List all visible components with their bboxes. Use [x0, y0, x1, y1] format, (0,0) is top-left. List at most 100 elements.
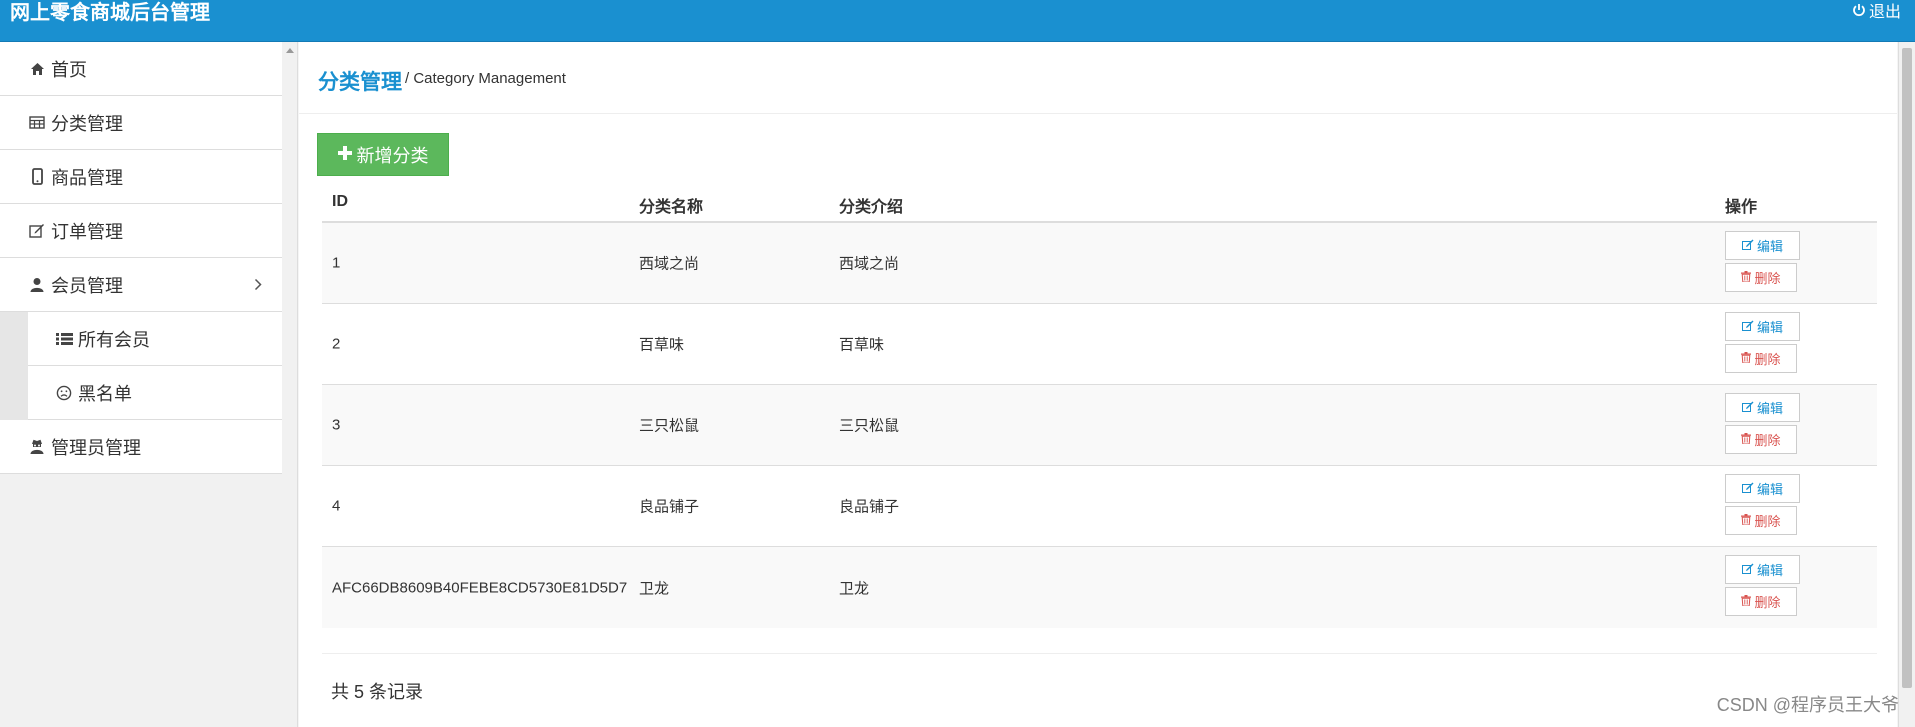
- row-actions: 编辑 删除: [1725, 312, 1800, 376]
- watermark: CSDN @程序员王大爷: [1716, 695, 1899, 715]
- sidebar-item-all-members[interactable]: 所有会员: [28, 312, 282, 366]
- page-separator: /: [405, 70, 410, 87]
- table-row: 2 百草味 百草味 编辑 删除: [322, 304, 1877, 385]
- app-brand: 网上零食商城后台管理: [10, 2, 210, 24]
- page-title: 分类管理: [318, 71, 402, 94]
- sidebar-scrollbar[interactable]: [282, 42, 298, 727]
- cell-id: AFC66DB8609B40FEBE8CD5730E81D5D7: [332, 579, 628, 596]
- cell-name: 卫龙: [639, 580, 670, 597]
- row-actions: 编辑 删除: [1725, 555, 1800, 619]
- header-id: ID: [332, 193, 348, 210]
- cell-name: 三只松鼠: [639, 417, 700, 435]
- frown-icon: [54, 385, 74, 401]
- sidebar-item-label: 订单管理: [51, 221, 123, 242]
- sidebar-item-blacklist[interactable]: 黑名单: [28, 366, 282, 420]
- delete-button[interactable]: 删除: [1725, 263, 1797, 292]
- edit-icon: [1741, 562, 1754, 577]
- edit-icon: [1741, 238, 1754, 253]
- cell-desc: 西域之尚: [839, 255, 900, 273]
- delete-label: 删除: [1754, 595, 1781, 610]
- trash-icon: [1741, 270, 1752, 285]
- header-desc: 分类介绍: [839, 199, 904, 216]
- edit-button[interactable]: 编辑: [1725, 474, 1800, 503]
- cell-name: 良品铺子: [639, 498, 700, 516]
- edit-icon: [1741, 481, 1754, 496]
- edit-button[interactable]: 编辑: [1725, 312, 1800, 341]
- delete-button[interactable]: 删除: [1725, 344, 1797, 373]
- delete-button[interactable]: 删除: [1725, 587, 1797, 616]
- edit-button[interactable]: 编辑: [1725, 555, 1800, 584]
- user-secret-icon: [27, 439, 47, 454]
- table-row: 3 三只松鼠 三只松鼠 编辑 删除: [322, 385, 1877, 466]
- cell-desc: 三只松鼠: [839, 417, 900, 435]
- logout-button[interactable]: 退出: [1852, 0, 1901, 26]
- top-navbar: 网上零食商城后台管理 退出: [0, 0, 1915, 42]
- sidebar-item-products[interactable]: 商品管理: [0, 150, 282, 204]
- trash-icon: [1741, 594, 1752, 609]
- page-header: 分类管理 / Category Management: [299, 42, 1897, 114]
- list-icon: [54, 332, 74, 346]
- cell-desc: 百草味: [839, 336, 885, 354]
- header-name: 分类名称: [639, 199, 704, 216]
- page-subtitle-text: Category Management: [413, 70, 566, 87]
- table-row: AFC66DB8609B40FEBE8CD5730E81D5D7 卫龙 卫龙 编…: [322, 547, 1877, 628]
- page-subtitle: / Category Management: [405, 70, 566, 87]
- edit-button[interactable]: 编辑: [1725, 393, 1800, 422]
- cell-desc: 卫龙: [839, 580, 870, 597]
- scrollbar-thumb[interactable]: [1902, 48, 1912, 688]
- sidebar-item-admins[interactable]: 管理员管理: [0, 420, 282, 474]
- chevron-right-icon: [254, 274, 262, 295]
- scroll-up-arrow-icon[interactable]: [286, 48, 294, 53]
- cell-id: 1: [332, 254, 341, 272]
- delete-button[interactable]: 删除: [1725, 425, 1797, 454]
- delete-label: 删除: [1754, 352, 1781, 367]
- page-scrollbar[interactable]: [1898, 42, 1915, 727]
- table-header: ID 分类名称 分类介绍 操作: [322, 181, 1877, 223]
- mobile-icon: [27, 168, 47, 185]
- edit-label: 编辑: [1756, 482, 1783, 497]
- add-category-label: 新增分类: [356, 145, 429, 166]
- edit-label: 编辑: [1756, 563, 1783, 578]
- plus-icon: [337, 144, 352, 165]
- cell-desc: 良品铺子: [839, 498, 900, 516]
- edit-label: 编辑: [1756, 401, 1783, 416]
- delete-label: 删除: [1754, 433, 1781, 448]
- delete-label: 删除: [1754, 514, 1781, 529]
- row-actions: 编辑 删除: [1725, 474, 1800, 538]
- sidebar-item-label: 会员管理: [51, 275, 123, 296]
- logout-label: 退出: [1868, 4, 1901, 21]
- sidebar-item-orders[interactable]: 订单管理: [0, 204, 282, 258]
- row-actions: 编辑 删除: [1725, 393, 1800, 457]
- row-actions: 编辑 删除: [1725, 231, 1800, 295]
- edit-label: 编辑: [1756, 320, 1783, 335]
- add-category-button[interactable]: 新增分类: [317, 133, 449, 176]
- cell-id: 2: [332, 335, 341, 353]
- sidebar-item-label: 商品管理: [51, 167, 123, 188]
- sidebar-item-category[interactable]: 分类管理: [0, 96, 282, 150]
- sidebar-item-label: 分类管理: [51, 113, 123, 134]
- sidebar-item-label: 黑名单: [78, 383, 132, 404]
- trash-icon: [1741, 513, 1752, 528]
- sidebar: 首页 分类管理 商品管理 订单管理 会员管理 所有会员 黑名单 管理员管理: [0, 42, 282, 727]
- sidebar-item-label: 所有会员: [78, 329, 150, 350]
- delete-button[interactable]: 删除: [1725, 506, 1797, 535]
- table-icon: [27, 116, 47, 129]
- submenu-indent: [0, 312, 28, 420]
- edit-icon: [1741, 400, 1754, 415]
- home-icon: [27, 62, 47, 76]
- sidebar-item-home[interactable]: 首页: [0, 42, 282, 96]
- trash-icon: [1741, 432, 1752, 447]
- edit-icon: [1741, 319, 1754, 334]
- power-icon: [1852, 0, 1866, 26]
- edit-label: 编辑: [1756, 239, 1783, 254]
- edit-button[interactable]: 编辑: [1725, 231, 1800, 260]
- user-icon: [27, 277, 47, 292]
- records-count: 共 5 条记录: [331, 682, 424, 702]
- table-row: 1 西域之尚 西域之尚 编辑 删除: [322, 223, 1877, 304]
- table-row: 4 良品铺子 良品铺子 编辑 删除: [322, 466, 1877, 547]
- main-content: 分类管理 / Category Management 新增分类 ID 分类名称 …: [299, 42, 1897, 727]
- divider: [322, 653, 1877, 654]
- header-ops: 操作: [1725, 199, 1758, 216]
- sidebar-item-members[interactable]: 会员管理: [0, 258, 282, 312]
- trash-icon: [1741, 351, 1752, 366]
